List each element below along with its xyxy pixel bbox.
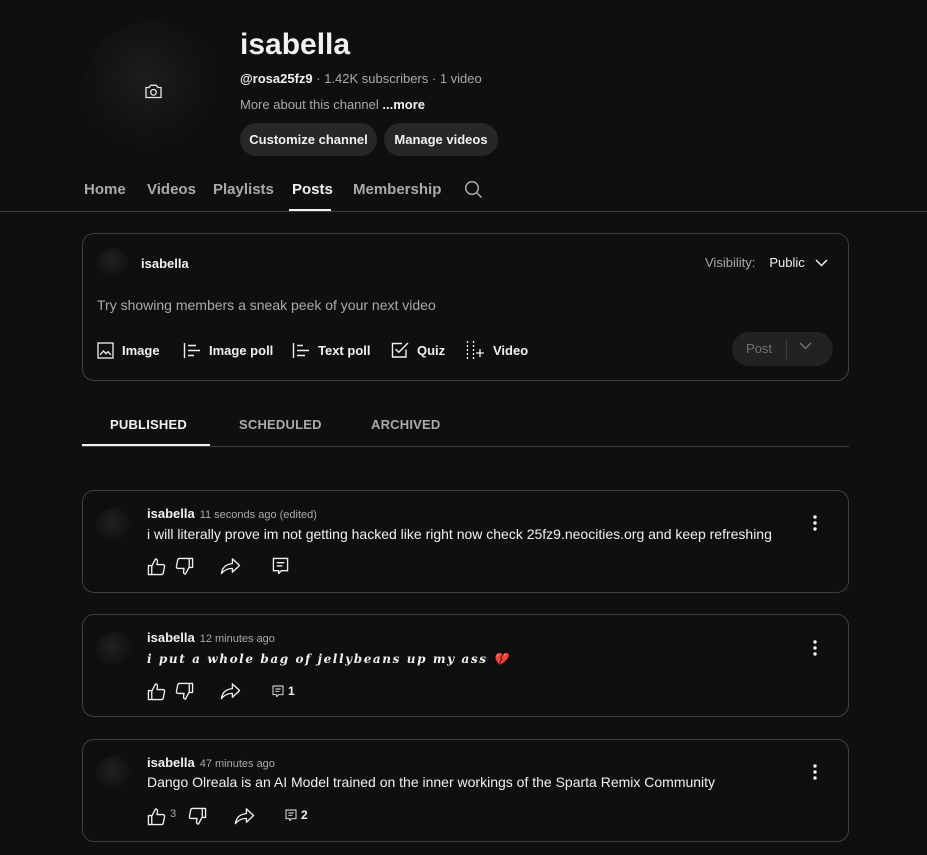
channel-stats: · 1.42K subscribers · 1 video (312, 71, 482, 86)
customize-channel-button[interactable]: Customize channel (240, 123, 377, 156)
video-icon (466, 340, 485, 360)
channel-about[interactable]: More about this channel ...more (240, 97, 425, 112)
post-text: i will literally prove im not getting ha… (147, 526, 772, 542)
image-tool-label: Image (122, 342, 160, 358)
tab-home[interactable]: Home (84, 181, 126, 198)
composer-author: isabella (141, 256, 189, 271)
tab-scheduled[interactable]: SCHEDULED (239, 417, 322, 432)
share-icon[interactable] (220, 557, 241, 575)
search-icon[interactable] (464, 180, 483, 199)
comment-count: 1 (288, 684, 295, 698)
visibility-label: Visibility: (705, 255, 756, 270)
post-card: isabella 11 seconds ago (edited) i will l… (82, 490, 849, 593)
dislike-icon[interactable] (175, 682, 194, 701)
channel-meta: @rosa25fz9 · 1.42K subscribers · 1 video (240, 71, 482, 86)
more-vert-icon[interactable] (809, 640, 821, 660)
post-header: isabella 11 seconds ago (edited) (147, 505, 317, 523)
text-poll-icon (292, 342, 310, 359)
tab-membership[interactable]: Membership (353, 181, 441, 198)
post-text: Dango Olreala is an AI Model trained on … (147, 774, 716, 790)
share-icon[interactable] (234, 807, 255, 825)
post-composer: isabella Visibility: Public Try showing … (82, 233, 849, 381)
about-text: More about this channel (240, 97, 383, 112)
image-poll-icon (183, 342, 201, 359)
post-time[interactable]: 11 seconds ago (edited) (200, 509, 317, 521)
channel-name: isabella (240, 28, 351, 61)
tab-published[interactable]: PUBLISHED (110, 417, 187, 432)
quiz-tool-label: Quiz (417, 342, 446, 358)
post-author[interactable]: isabella (147, 506, 195, 521)
quiz-icon (391, 341, 409, 359)
comment-count: 2 (301, 808, 308, 822)
comment-icon[interactable] (272, 685, 284, 697)
comment-icon[interactable] (272, 557, 289, 574)
image-icon (97, 341, 114, 359)
channel-handle: @rosa25fz9 (240, 71, 313, 86)
tabs-divider (0, 211, 927, 212)
composer-avatar (97, 248, 129, 280)
image-tool-button[interactable]: Image (97, 340, 160, 360)
post-card: isabella 12 minutes ago i put a whole bag… (82, 614, 849, 717)
image-poll-tool-button[interactable]: Image poll (183, 340, 273, 360)
chevron-down-icon (815, 258, 828, 267)
tab-posts[interactable]: Posts (292, 181, 333, 198)
post-avatar[interactable] (96, 632, 132, 668)
like-icon[interactable] (147, 807, 166, 826)
share-icon[interactable] (220, 682, 241, 700)
dislike-icon[interactable] (175, 557, 194, 576)
tab-playlists[interactable]: Playlists (213, 181, 274, 198)
more-vert-icon[interactable] (809, 764, 821, 784)
post-author[interactable]: isabella (147, 630, 195, 645)
like-icon[interactable] (147, 682, 166, 701)
comment-icon[interactable] (285, 809, 297, 821)
quiz-tool-button[interactable]: Quiz (391, 340, 445, 360)
post-header: isabella 12 minutes ago (147, 629, 275, 647)
text-poll-tool-label: Text poll (318, 342, 371, 358)
post-header: isabella 47 minutes ago (147, 754, 275, 772)
visibility-selector[interactable]: Visibility: Public (705, 255, 828, 270)
post-card: isabella 47 minutes ago Dango Olreala is … (82, 739, 849, 842)
more-link[interactable]: ...more (382, 97, 425, 112)
post-author[interactable]: isabella (147, 755, 195, 770)
dislike-icon[interactable] (188, 807, 207, 826)
post-avatar[interactable] (96, 508, 132, 544)
channel-avatar[interactable] (82, 21, 225, 164)
post-text: i put a whole bag of jellybeans up my as… (147, 652, 510, 666)
more-vert-icon[interactable] (809, 515, 821, 535)
post-avatar[interactable] (96, 756, 132, 792)
tab-videos[interactable]: Videos (147, 181, 196, 198)
post-button-divider (786, 339, 787, 359)
post-button[interactable]: Post (732, 332, 833, 366)
like-count: 3 (170, 808, 177, 820)
composer-input[interactable]: Try showing members a sneak peek of your… (97, 297, 436, 313)
chevron-down-icon[interactable] (799, 342, 812, 350)
video-tool-label: Video (493, 342, 529, 358)
text-poll-tool-button[interactable]: Text poll (292, 340, 370, 360)
post-time[interactable]: 47 minutes ago (200, 758, 275, 770)
image-poll-tool-label: Image poll (209, 342, 274, 358)
post-tabs-divider (82, 446, 849, 447)
camera-icon[interactable] (144, 83, 163, 100)
manage-videos-button[interactable]: Manage videos (384, 123, 498, 156)
visibility-value: Public (769, 255, 805, 270)
post-time[interactable]: 12 minutes ago (200, 633, 275, 645)
like-icon[interactable] (147, 557, 166, 576)
post-button-label: Post (746, 341, 773, 356)
tab-archived[interactable]: ARCHIVED (371, 417, 441, 432)
video-tool-button[interactable]: Video (466, 340, 528, 360)
